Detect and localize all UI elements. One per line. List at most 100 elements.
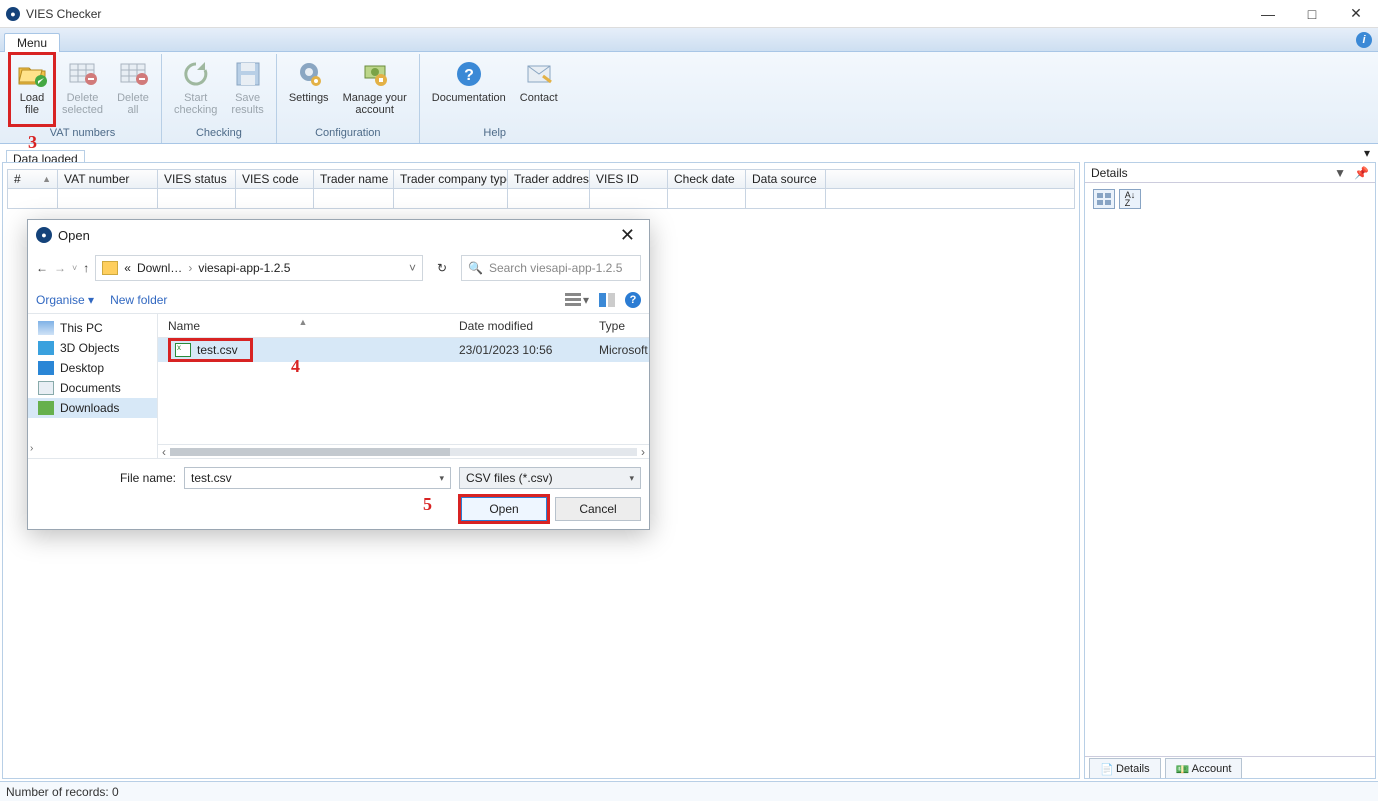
sort-az-button[interactable]: A↓Z [1119,189,1141,209]
status-bar: Number of records: 0 [0,781,1378,801]
minimize-button[interactable]: — [1246,0,1290,28]
close-button[interactable]: ✕ [1334,0,1378,28]
refresh-icon [180,58,212,90]
navtree-downloads[interactable]: Downloads [28,398,157,418]
cancel-button[interactable]: Cancel [555,497,641,521]
tab-account[interactable]: 💵Account [1165,758,1243,778]
file-date-modified: 23/01/2023 10:56 [449,343,589,357]
tree-expand-icon[interactable]: › [30,443,33,454]
horizontal-scrollbar[interactable]: ‹› [158,444,649,458]
3d-objects-icon [38,341,54,355]
contact-button[interactable]: Contact [514,54,564,125]
start-checking-button[interactable]: Startchecking [168,54,223,125]
col-trader-address[interactable]: Trader address [508,170,590,188]
desktop-icon [38,361,54,375]
folder-icon [102,261,118,275]
col-vies-code[interactable]: VIES code [236,170,314,188]
ribbon-group-configuration: Settings Manage youraccount Configuratio… [277,54,420,143]
col-vies-id[interactable]: VIES ID [590,170,668,188]
breadcrumb-downloads[interactable]: Downl… [137,261,182,275]
nav-forward-button[interactable]: → [54,261,66,275]
col-data-source[interactable]: Data source [746,170,826,188]
details-title: Details [1091,166,1128,180]
manage-account-button[interactable]: Manage youraccount [337,54,413,125]
tab-details[interactable]: 📄Details [1089,758,1161,778]
col-check-date[interactable]: Check date [668,170,746,188]
delete-selected-button[interactable]: Deleteselected [56,54,109,125]
file-type: Microsoft [589,343,649,357]
filename-input[interactable]: test.csv▾ [184,467,451,489]
downloads-icon [38,401,54,415]
settings-button[interactable]: Settings [283,54,335,125]
navtree-desktop[interactable]: Desktop [28,358,157,378]
nav-back-button[interactable]: ← [36,261,48,275]
breadcrumb[interactable]: « Downl… › viesapi-app-1.2.5 ˅ [95,255,423,281]
pc-icon [38,321,54,335]
dialog-app-icon: ● [36,227,52,243]
documents-icon [38,381,54,395]
nav-up-button[interactable]: ↑ [83,261,89,275]
file-list: ▲Name Date modified Type test.csv 23/01/… [158,314,649,458]
open-file-dialog: ● Open ✕ ← → ˅ ↑ « Downl… › viesapi-app-… [27,219,650,530]
ribbon-group-checking: Startchecking Saveresults Checking [162,54,277,143]
dialog-close-button[interactable]: ✕ [614,225,641,246]
categorize-button[interactable] [1093,189,1115,209]
nav-tree: This PC 3D Objects Desktop Documents Dow… [28,314,158,458]
collapse-icon[interactable]: ▾ [1364,146,1370,160]
account-tab-icon: 💵 [1176,763,1188,775]
file-row-selected[interactable]: test.csv 23/01/2023 10:56 Microsoft [158,338,649,362]
ribbon: Loadfile Deleteselected Deleteall VAT nu… [0,52,1378,144]
breadcrumb-current[interactable]: viesapi-app-1.2.5 [198,261,290,275]
table-clear-icon [117,58,149,90]
annotation-4: 4 [291,356,300,377]
delete-all-button[interactable]: Deleteall [111,54,155,125]
load-file-button[interactable]: Loadfile [10,54,54,125]
col-trader-company-type[interactable]: Trader company type [394,170,508,188]
table-header: #▲ VAT number VIES status VIES code Trad… [7,169,1075,189]
filter-row [7,189,1075,209]
breadcrumb-dropdown[interactable]: ˅ [409,261,416,275]
details-tab-icon: 📄 [1100,763,1112,775]
menu-tab[interactable]: Menu [4,33,60,52]
account-icon [359,58,391,90]
breadcrumb-root[interactable]: « [124,261,131,275]
search-placeholder: Search viesapi-app-1.2.5 [489,261,622,275]
window-titlebar: ● VIES Checker — □ ✕ [0,0,1378,28]
dropdown-icon[interactable]: ▼ [1334,166,1346,180]
help-icon: ? [453,58,485,90]
preview-pane-button[interactable] [599,293,615,307]
info-icon[interactable]: i [1356,32,1372,48]
col-vat-number[interactable]: VAT number [58,170,158,188]
save-results-button[interactable]: Saveresults [225,54,269,125]
navtree-documents[interactable]: Documents [28,378,157,398]
pin-icon[interactable]: 📌 [1354,166,1369,180]
open-button[interactable]: Open [461,497,547,521]
col-num[interactable]: #▲ [8,170,58,188]
save-icon [232,58,264,90]
record-count: Number of records: 0 [6,785,119,799]
documentation-button[interactable]: ? Documentation [426,54,512,125]
file-type-filter[interactable]: CSV files (*.csv)▾ [459,467,641,489]
table-delete-icon [66,58,98,90]
ribbon-group-help: ? Documentation Contact Help [420,54,570,143]
search-icon: 🔍 [468,261,483,275]
view-mode-button[interactable]: ▾ [565,293,589,307]
filecol-type[interactable]: Type [589,319,649,333]
refresh-button[interactable]: ↻ [429,255,455,281]
new-folder-button[interactable]: New folder [110,293,167,307]
navtree-this-pc[interactable]: This PC [28,318,157,338]
nav-recent-dropdown[interactable]: ˅ [72,263,77,273]
col-vies-status[interactable]: VIES status [158,170,236,188]
annotation-5: 5 [423,494,432,515]
maximize-button[interactable]: □ [1290,0,1334,28]
filecol-date-modified[interactable]: Date modified [449,319,589,333]
navtree-3d-objects[interactable]: 3D Objects [28,338,157,358]
load-file-label1: Load [20,92,44,104]
col-trader-name[interactable]: Trader name [314,170,394,188]
gear-icon [293,58,325,90]
filecol-name[interactable]: ▲Name [158,319,449,333]
envelope-icon [523,58,555,90]
help-icon[interactable]: ? [625,292,641,308]
organise-dropdown[interactable]: Organise ▾ [36,293,94,307]
search-input[interactable]: 🔍 Search viesapi-app-1.2.5 [461,255,641,281]
